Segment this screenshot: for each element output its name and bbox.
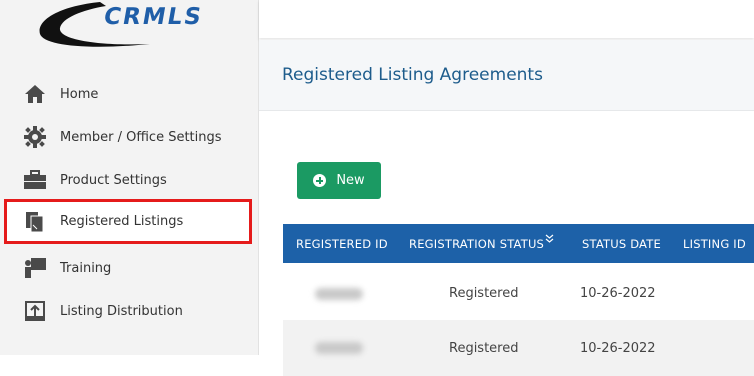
gear-icon: [22, 124, 48, 150]
new-button[interactable]: New: [297, 162, 381, 199]
plus-circle-icon: [313, 174, 327, 187]
sidebar-item-registered-listings[interactable]: Registered Listings: [4, 199, 252, 244]
sidebar-item-label: Training: [60, 260, 112, 276]
sidebar-item-label: Product Settings: [60, 172, 167, 188]
sidebar-item-listing-distribution[interactable]: Listing Distribution: [22, 293, 183, 329]
sidebar-item-member-office-settings[interactable]: Member / Office Settings: [22, 119, 222, 155]
registration-status-cell: Registered: [449, 341, 519, 356]
logo-text: CRMLS: [101, 4, 205, 30]
registration-status-cell: Registered: [449, 286, 519, 301]
presenter-icon: [22, 255, 48, 281]
new-button-label: New: [336, 173, 365, 188]
sort-chevron-icon[interactable]: [545, 234, 554, 247]
table-row[interactable]: Registered 10-26-2022: [283, 320, 754, 376]
column-header-registered-id[interactable]: REGISTERED ID: [296, 237, 388, 251]
toolbox-icon: [22, 167, 48, 193]
sidebar: CRMLS Home Member / Office Settings Prod…: [0, 0, 259, 355]
column-header-status-date[interactable]: STATUS DATE: [582, 237, 661, 251]
top-bar: [259, 0, 754, 38]
status-date-cell: 10-26-2022: [580, 286, 656, 301]
table-row[interactable]: Registered 10-26-2022: [283, 264, 754, 320]
sidebar-item-label: Home: [60, 86, 99, 102]
crmls-logo[interactable]: CRMLS: [30, 0, 230, 50]
home-icon: [22, 81, 48, 107]
sidebar-item-training[interactable]: Training: [22, 250, 111, 286]
page-title: Registered Listing Agreements: [282, 65, 543, 85]
redacted-registered-id: [315, 342, 363, 354]
sidebar-item-label: Member / Office Settings: [60, 129, 222, 145]
sidebar-item-label: Listing Distribution: [60, 303, 183, 319]
column-header-registration-status[interactable]: REGISTRATION STATUS: [409, 237, 544, 251]
sidebar-item-label: Registered Listings: [60, 214, 184, 229]
status-date-cell: 10-26-2022: [580, 341, 656, 356]
table-header: REGISTERED ID REGISTRATION STATUS STATUS…: [283, 224, 754, 263]
redacted-registered-id: [315, 288, 363, 300]
documents-icon: [22, 209, 48, 235]
page-header: Registered Listing Agreements: [259, 40, 754, 111]
upload-icon: [22, 298, 48, 324]
column-header-listing-id[interactable]: LISTING ID: [683, 237, 746, 251]
sidebar-item-product-settings[interactable]: Product Settings: [22, 162, 167, 198]
sidebar-item-home[interactable]: Home: [22, 76, 98, 112]
